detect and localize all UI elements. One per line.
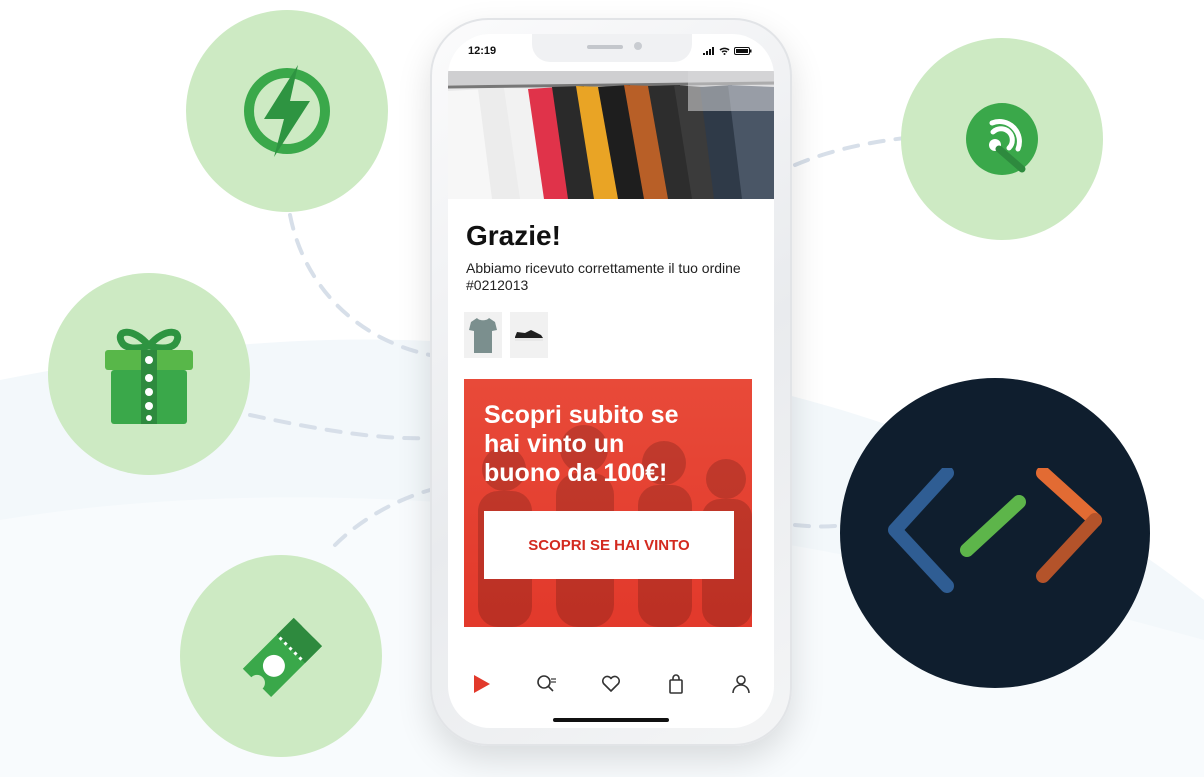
heart-icon [601,675,620,692]
order-confirmation-message: Abbiamo ricevuto correttamente il tuo or… [466,260,741,293]
code-bubble [840,378,1150,688]
promo-headline: Scopri subito se hai vinto un buono da 1… [484,401,679,487]
phone-screen: 12:19 Grazie! Abbiamo ricevuto correttam… [448,34,774,728]
marketing-illustration: 12:19 Grazie! Abbiamo ricevuto correttam… [0,0,1204,777]
tshirt-icon [469,318,497,353]
lightning-icon [244,65,330,157]
user-icon [732,675,751,694]
nfc-icon [966,103,1038,175]
play-icon [473,675,490,693]
tab-wishlist[interactable] [593,666,629,702]
tab-home[interactable] [463,666,499,702]
ticket-bubble [180,555,382,757]
tab-profile[interactable] [723,666,759,702]
tab-bar [448,666,774,702]
tab-bag[interactable] [658,666,694,702]
page-title: Grazie! [466,220,561,251]
nfc-bubble [901,38,1103,240]
wifi-icon [719,47,730,55]
promo-banner: Scopri subito se hai vinto un buono da 1… [464,379,752,627]
hero-clothing-image [448,71,774,199]
ticket-icon [242,617,323,698]
shoe-icon [515,330,543,341]
speaker-grill [587,45,623,49]
bag-icon [669,674,683,694]
battery-icon [734,47,752,55]
discover-win-button[interactable]: SCOPRI SE HAI VINTO [484,511,734,579]
status-icons [703,47,752,55]
phone-mockup: 12:19 Grazie! Abbiamo ricevuto correttam… [430,18,792,746]
order-item-thumbnail[interactable] [464,312,502,358]
tab-search[interactable] [528,666,564,702]
lightning-bubble [186,10,388,212]
search-icon [536,675,556,692]
signal-icon [703,47,714,55]
order-item-thumbnail[interactable] [510,312,548,358]
order-items [464,312,548,358]
gift-icon [105,328,193,424]
front-camera [634,42,642,50]
home-indicator[interactable] [553,718,669,722]
gift-bubble [48,273,250,475]
status-time: 12:19 [468,45,497,57]
phone-notch [532,34,692,62]
code-icon [888,468,1102,593]
